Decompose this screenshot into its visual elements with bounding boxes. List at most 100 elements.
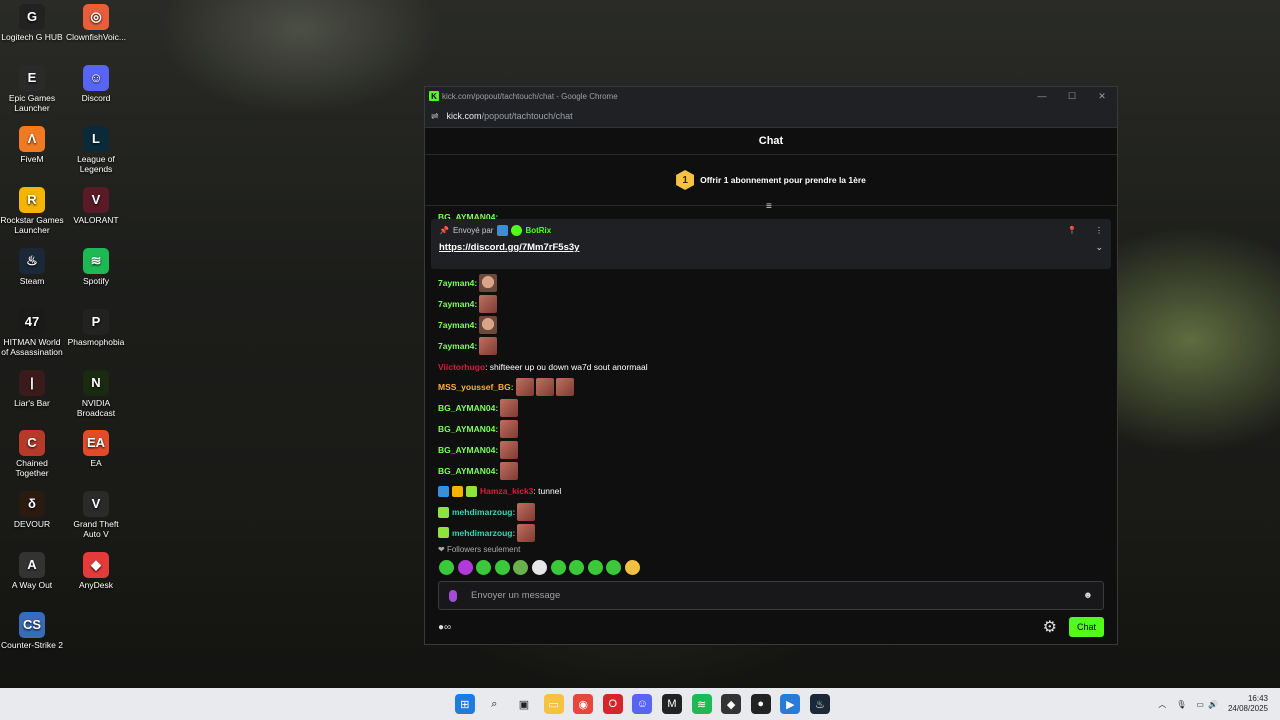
close-button[interactable]: ✕ bbox=[1087, 91, 1117, 102]
desktop-icon[interactable]: | Liar's Bar bbox=[0, 370, 64, 408]
chat-username[interactable]: BG_AYMAN04: bbox=[438, 466, 498, 476]
clock-time[interactable]: 16:43 bbox=[1228, 694, 1268, 704]
desktop-icon[interactable]: A A Way Out bbox=[0, 552, 64, 590]
desktop-icon-label: HITMAN World of Assassination bbox=[1, 337, 63, 357]
taskbar-media-player-icon[interactable]: ▶ bbox=[780, 694, 801, 714]
desktop-icon[interactable]: V Grand Theft Auto V bbox=[64, 491, 128, 539]
minimize-button[interactable]: — bbox=[1027, 91, 1057, 102]
window-title: kick.com/popout/tachtouch/chat - Google … bbox=[442, 91, 618, 101]
app-icon: A bbox=[19, 552, 45, 578]
chat-username[interactable]: BG_AYMAN04: bbox=[438, 424, 498, 434]
desktop-icon[interactable]: ☺ Discord bbox=[64, 65, 128, 103]
desktop-icon[interactable]: EA EA bbox=[64, 430, 128, 468]
chat-username[interactable]: mehdimarzoug: bbox=[452, 507, 515, 517]
quick-emote[interactable] bbox=[439, 560, 454, 575]
quick-emote[interactable] bbox=[550, 560, 566, 575]
send-chat-button[interactable]: Chat bbox=[1068, 617, 1104, 637]
pinned-sent-by: Envoyé par bbox=[452, 226, 494, 235]
chat-message: BG_AYMAN04: bbox=[438, 398, 1098, 419]
emote-image bbox=[500, 461, 519, 480]
chat-username[interactable]: 7ayman4: bbox=[438, 278, 477, 288]
mic-icon[interactable] bbox=[449, 589, 457, 602]
chat-username[interactable]: BG_AYMAN04: bbox=[438, 445, 498, 455]
taskbar-opera-icon[interactable]: O bbox=[602, 694, 623, 714]
taskbar-windows-start-icon[interactable]: ⊞ bbox=[454, 694, 475, 714]
desktop-icon[interactable]: G Logitech G HUB bbox=[0, 4, 64, 42]
quick-emote[interactable] bbox=[476, 560, 492, 575]
emoji-icon[interactable]: ☻ bbox=[1083, 590, 1093, 601]
quick-emote[interactable] bbox=[569, 560, 585, 575]
app-icon: G bbox=[19, 4, 45, 30]
points-icon[interactable]: ●∞ bbox=[438, 622, 451, 633]
quick-emote[interactable] bbox=[457, 560, 473, 575]
chat-username[interactable]: BG_AYMAN04: bbox=[438, 403, 498, 413]
message-input[interactable]: Envoyer un message ☻ bbox=[438, 581, 1104, 610]
desktop-icon[interactable]: L League of Legends bbox=[64, 126, 128, 174]
chat-message: Viictorhugo: shifteeer up ou down wa7d s… bbox=[438, 356, 1098, 377]
pinned-link[interactable]: https://discord.gg/7Mm7rF5s3y bbox=[439, 242, 579, 253]
chat-username[interactable]: Hamza_kick3 bbox=[480, 486, 533, 496]
desktop-icon-label: League of Legends bbox=[77, 154, 115, 174]
chat-message: mehdimarzoug: bbox=[438, 502, 1098, 523]
desktop-icon[interactable]: C Chained Together bbox=[0, 430, 64, 478]
quick-emote[interactable] bbox=[624, 560, 640, 575]
desktop-icon[interactable]: V VALORANT bbox=[64, 187, 128, 225]
desktop-icon[interactable]: δ DEVOUR bbox=[0, 491, 64, 529]
heart-icon: ❤ bbox=[438, 545, 445, 554]
desktop-icon[interactable]: ◎ ClownfishVoic... bbox=[64, 4, 128, 42]
gift-sub-banner[interactable]: 1 Offrir 1 abonnement pour prendre la 1è… bbox=[425, 155, 1117, 206]
chat-username[interactable]: 7ayman4: bbox=[438, 299, 477, 309]
chat-username[interactable]: MSS_youssef_BG: bbox=[438, 382, 514, 392]
taskbar-steam-icon[interactable]: ♨ bbox=[809, 694, 830, 714]
quick-emote[interactable] bbox=[494, 560, 510, 575]
expand-chevron-icon[interactable]: ⌄ bbox=[1095, 242, 1103, 253]
desktop-icon[interactable]: CS Counter-Strike 2 bbox=[0, 612, 64, 650]
emote-image bbox=[479, 274, 498, 293]
desktop-icon-label: VALORANT bbox=[73, 215, 119, 225]
taskbar-github-icon[interactable]: ● bbox=[750, 694, 771, 714]
chevron-up-icon[interactable]: ︿ bbox=[1158, 699, 1166, 710]
taskbar-chrome-icon[interactable]: ◉ bbox=[573, 694, 594, 714]
desktop-icon[interactable]: ≋ Spotify bbox=[64, 248, 128, 286]
chat-username[interactable]: 7ayman4: bbox=[438, 341, 477, 351]
desktop-icon-label: Counter-Strike 2 bbox=[1, 640, 63, 650]
desktop-icon[interactable]: Λ FiveM bbox=[0, 126, 64, 164]
quick-emote[interactable] bbox=[531, 560, 547, 575]
taskbar-discord-icon[interactable]: ☺ bbox=[632, 694, 653, 714]
desktop-icon[interactable]: ♨ Steam bbox=[0, 248, 64, 286]
chat-text: : tunnel bbox=[533, 486, 562, 497]
taskbar-search-icon[interactable]: ⌕ bbox=[484, 694, 504, 714]
more-options-icon[interactable]: ⋮ bbox=[1095, 226, 1103, 235]
network-icon[interactable]: ▭ bbox=[1196, 700, 1204, 709]
settings-gear-icon[interactable]: ⚙ bbox=[1043, 617, 1057, 637]
taskbar-spotify-icon[interactable]: ≋ bbox=[691, 694, 712, 714]
desktop-icon[interactable]: P Phasmophobia bbox=[64, 309, 128, 347]
unpin-icon[interactable]: 📍 bbox=[1067, 226, 1077, 235]
quick-emote[interactable] bbox=[513, 560, 529, 575]
chat-message: 7ayman4: bbox=[438, 315, 1098, 336]
taskbar-task-view-icon[interactable]: ▣ bbox=[514, 694, 534, 714]
mic-tray-icon[interactable]: 🎙 bbox=[1176, 700, 1186, 709]
address-bar[interactable]: ⇌ kick.com/popout/tachtouch/chat bbox=[425, 105, 1117, 128]
maximize-button[interactable]: ☐ bbox=[1057, 91, 1087, 102]
desktop-icon[interactable]: E Epic Games Launcher bbox=[0, 65, 64, 113]
chat-username[interactable]: 7ayman4: bbox=[438, 320, 477, 330]
taskbar-file-explorer-icon[interactable]: ▭ bbox=[543, 694, 564, 714]
filter-icon[interactable]: ≡ bbox=[766, 201, 772, 212]
taskbar-game-app-icon[interactable]: M bbox=[661, 694, 682, 714]
desktop-icon-label: Discord bbox=[81, 93, 111, 103]
chat-username[interactable]: Viictorhugo bbox=[438, 362, 485, 372]
chat-username[interactable]: mehdimarzoug: bbox=[452, 528, 515, 538]
clock-date[interactable]: 24/08/2025 bbox=[1228, 704, 1268, 714]
quick-emote[interactable] bbox=[606, 560, 622, 575]
volume-icon[interactable]: 🔊 bbox=[1208, 700, 1218, 709]
taskbar-kick-active-icon[interactable]: ◆ bbox=[721, 694, 742, 714]
desktop-icon[interactable]: N NVIDIA Broadcast bbox=[64, 370, 128, 418]
desktop-icon[interactable]: ◆ AnyDesk bbox=[64, 552, 128, 590]
quick-emote[interactable] bbox=[587, 560, 603, 575]
site-settings-icon[interactable]: ⇌ bbox=[431, 111, 439, 122]
desktop-icon[interactable]: 47 HITMAN World of Assassination bbox=[0, 309, 64, 357]
desktop-icon-label: Liar's Bar bbox=[14, 398, 50, 408]
desktop-icon[interactable]: R Rockstar Games Launcher bbox=[0, 187, 64, 235]
chat-text: : shifteeer up ou down wa7d sout anormaa… bbox=[485, 361, 648, 372]
